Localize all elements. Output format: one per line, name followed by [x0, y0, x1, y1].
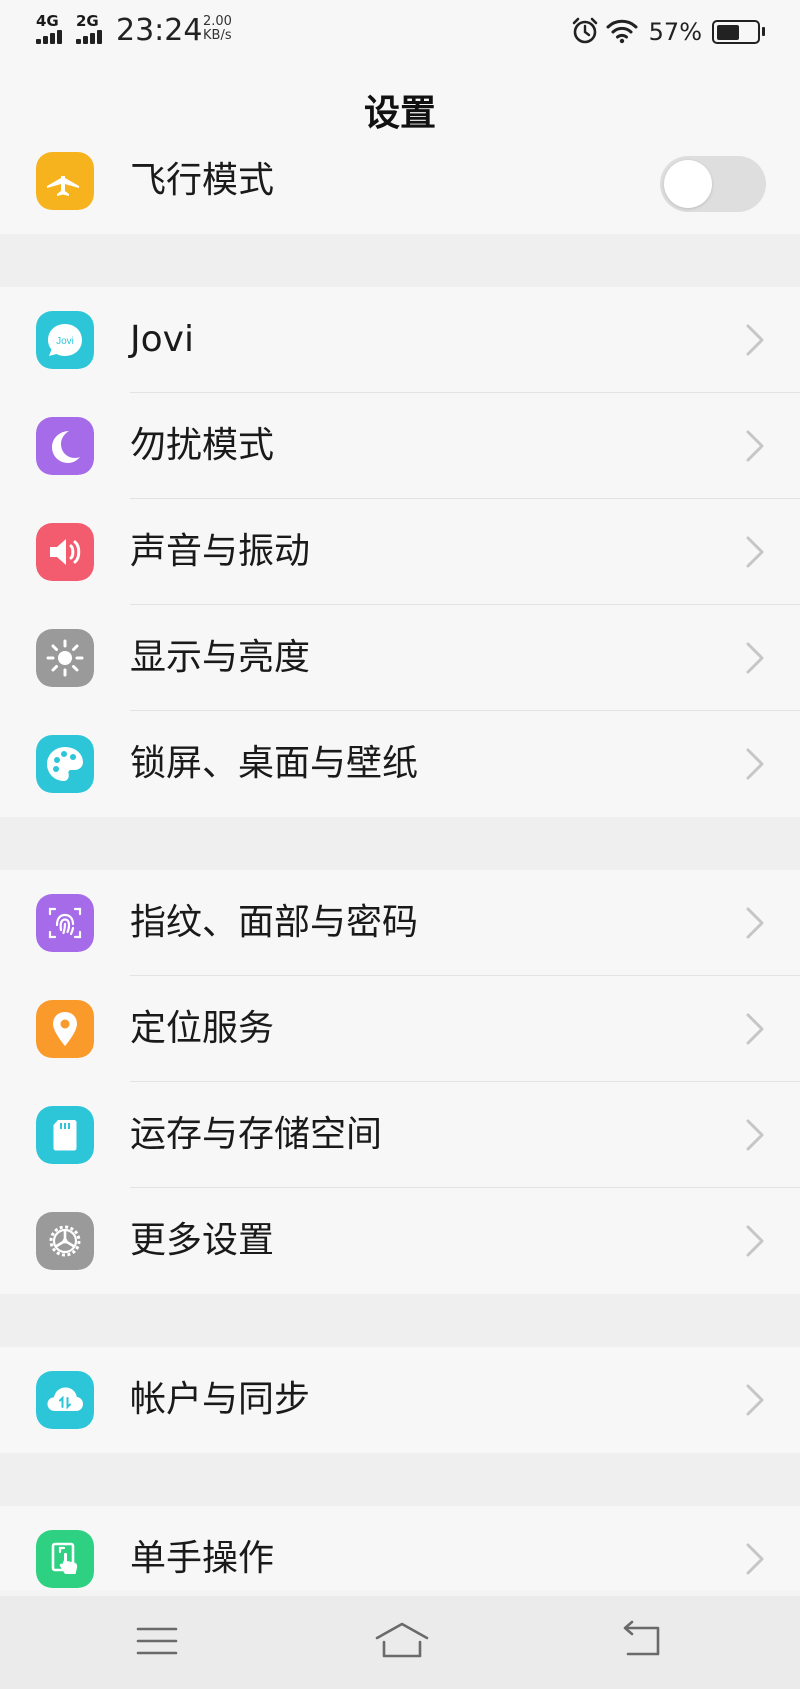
settings-item-jovi[interactable]: Jovi Jovi — [0, 287, 800, 393]
jovi-icon: Jovi — [36, 311, 94, 369]
sim1-network-type: 4G — [36, 12, 59, 30]
speaker-icon — [36, 523, 94, 581]
network-speed-value: 2.00 — [203, 14, 232, 29]
title-bar: 设置 — [0, 62, 800, 165]
sim2-network-type: 2G — [76, 12, 99, 30]
group-spacer — [0, 234, 800, 287]
settings-group-system: 指纹、面部与密码 定位服务 运存与存储空间 更多设置 — [0, 870, 800, 1294]
settings-item-label: 勿扰模式 — [130, 425, 275, 466]
wifi-icon — [606, 19, 638, 44]
toggle-knob — [664, 160, 712, 208]
settings-item-label: 单手操作 — [130, 1538, 275, 1579]
settings-group-accounts: 帐户与同步 — [0, 1347, 800, 1453]
network-speed: 2.00 KB/s — [203, 15, 232, 43]
airplane-icon — [36, 152, 94, 210]
settings-item-label: 显示与亮度 — [130, 637, 311, 678]
settings-item-label: 帐户与同步 — [130, 1379, 311, 1420]
group-spacer — [0, 817, 800, 870]
battery-percent: 57% — [648, 18, 702, 46]
settings-item-label: 运存与存储空间 — [130, 1114, 383, 1155]
airplane-mode-toggle[interactable] — [660, 156, 766, 212]
cloud-sync-icon — [36, 1371, 94, 1429]
settings-item-one-handed-mode[interactable]: 单手操作 — [0, 1506, 800, 1590]
settings-item-sound-vibration[interactable]: 声音与振动 — [0, 499, 800, 605]
palette-icon — [36, 735, 94, 793]
jovi-icon-text: Jovi — [56, 336, 74, 347]
location-pin-icon — [36, 1000, 94, 1058]
navigation-bar — [0, 1596, 800, 1689]
chevron-right-icon — [746, 748, 764, 780]
group-spacer — [0, 1453, 800, 1506]
moon-icon — [36, 417, 94, 475]
sd-card-icon — [36, 1106, 94, 1164]
chevron-right-icon — [746, 1543, 764, 1575]
settings-group-personal: Jovi Jovi 勿扰模式 声音与振动 显示与亮度 锁屏、桌面与壁纸 — [0, 287, 800, 817]
settings-item-label: 更多设置 — [130, 1220, 275, 1261]
settings-item-lockscreen-wallpaper[interactable]: 锁屏、桌面与壁纸 — [0, 711, 800, 817]
settings-group-convenience: 单手操作 — [0, 1506, 800, 1590]
settings-item-label: 锁屏、桌面与壁纸 — [130, 743, 419, 784]
settings-item-label: 定位服务 — [130, 1008, 275, 1049]
sun-icon — [36, 629, 94, 687]
fingerprint-icon — [36, 894, 94, 952]
settings-item-label: 声音与振动 — [130, 531, 311, 572]
chevron-right-icon — [746, 642, 764, 674]
network-speed-unit: KB/s — [203, 28, 232, 43]
settings-item-label: Jovi — [130, 319, 194, 360]
settings-item-display-brightness[interactable]: 显示与亮度 — [0, 605, 800, 711]
settings-item-fingerprint-face-password[interactable]: 指纹、面部与密码 — [0, 870, 800, 976]
settings-list[interactable]: 飞行模式 Jovi Jovi 勿扰模式 声音与振动 显示与亮度 锁屏、桌面与壁纸… — [0, 152, 800, 1590]
settings-item-label: 指纹、面部与密码 — [130, 902, 419, 943]
settings-item-more-settings[interactable]: 更多设置 — [0, 1188, 800, 1294]
chevron-right-icon — [746, 1225, 764, 1257]
settings-group-network: 飞行模式 — [0, 152, 800, 234]
group-spacer — [0, 1294, 800, 1347]
status-bar: 4G 2G 23:24 2.00 KB/s 57% — [0, 0, 800, 62]
chevron-right-icon — [746, 1384, 764, 1416]
chevron-right-icon — [746, 430, 764, 462]
settings-item-memory-storage[interactable]: 运存与存储空间 — [0, 1082, 800, 1188]
settings-item-airplane-mode[interactable]: 飞行模式 — [0, 152, 800, 234]
settings-item-do-not-disturb[interactable]: 勿扰模式 — [0, 393, 800, 499]
chevron-right-icon — [746, 1013, 764, 1045]
battery-icon — [712, 20, 765, 44]
settings-item-label: 飞行模式 — [130, 160, 275, 201]
chevron-right-icon — [746, 907, 764, 939]
menu-button[interactable] — [132, 1618, 182, 1664]
gear-icon — [36, 1212, 94, 1270]
settings-item-accounts-sync[interactable]: 帐户与同步 — [0, 1347, 800, 1453]
chevron-right-icon — [746, 1119, 764, 1151]
chevron-right-icon — [746, 536, 764, 568]
back-button[interactable] — [618, 1618, 668, 1664]
page-title: 设置 — [363, 93, 436, 134]
chevron-right-icon — [746, 324, 764, 356]
alarm-icon — [572, 17, 598, 44]
home-button[interactable] — [374, 1618, 430, 1664]
back-icon — [623, 1620, 660, 1656]
menu-icon — [136, 1627, 178, 1655]
status-time: 23:24 — [116, 13, 203, 48]
settings-item-location-services[interactable]: 定位服务 — [0, 976, 800, 1082]
home-icon — [375, 1622, 429, 1658]
one-hand-icon — [36, 1530, 94, 1588]
